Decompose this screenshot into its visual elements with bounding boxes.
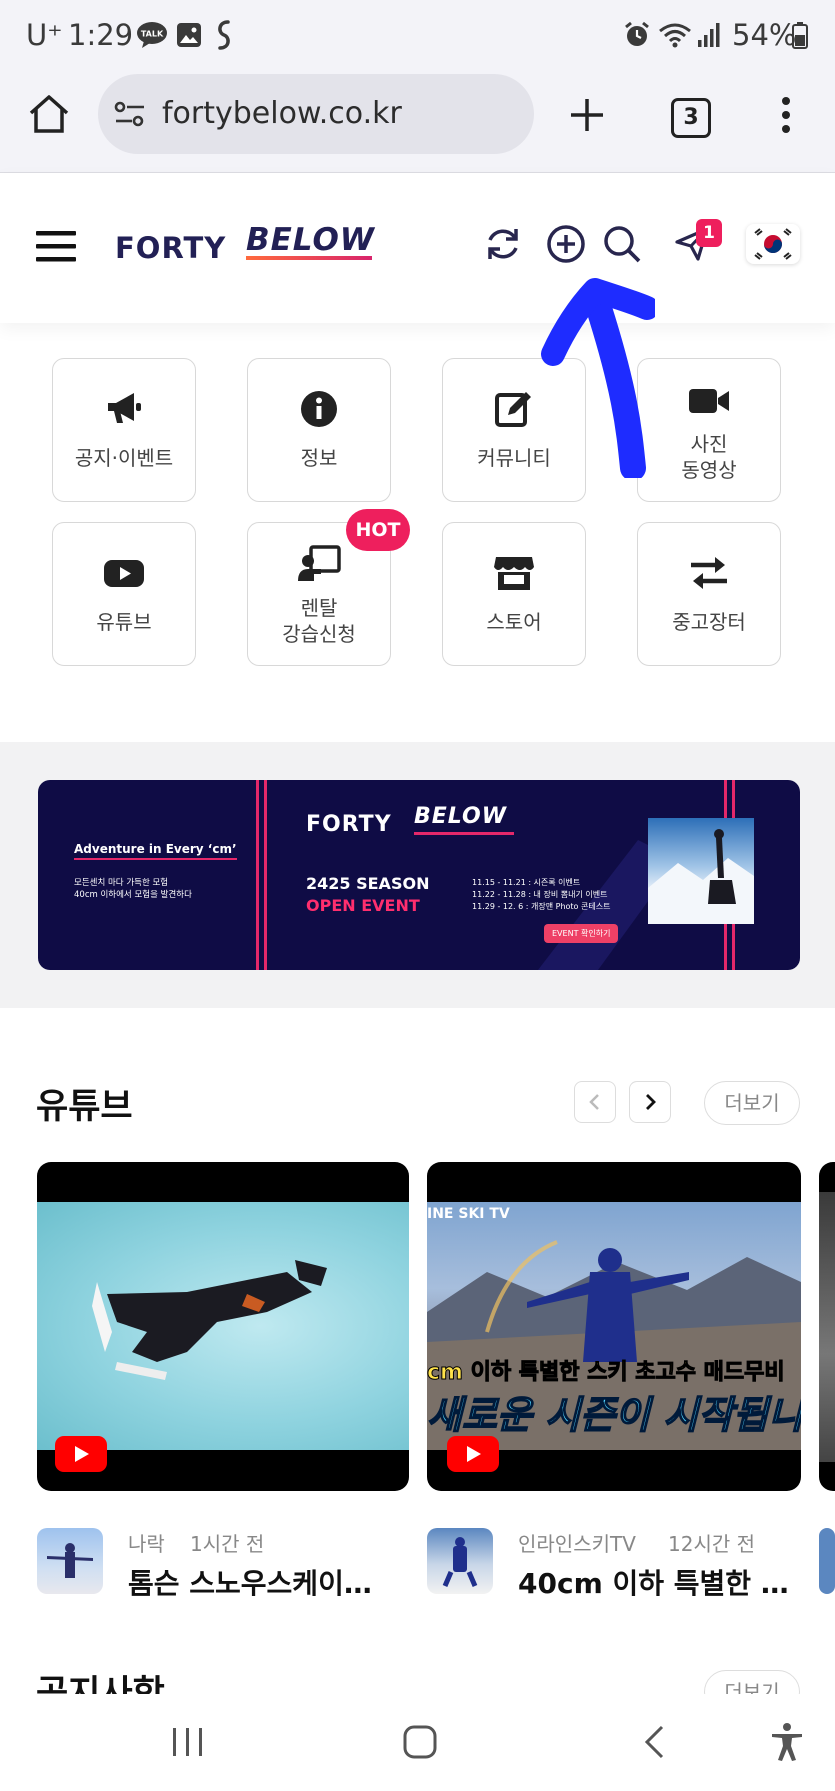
- banner-cta-button[interactable]: EVENT 확인하기: [544, 924, 619, 943]
- banner-skier-photo: [648, 818, 754, 924]
- accessibility-icon[interactable]: [770, 1722, 804, 1766]
- battery-percent: 54%: [732, 18, 797, 52]
- url-text[interactable]: fortybelow.co.kr: [162, 96, 402, 131]
- back-nav-icon[interactable]: [642, 1724, 666, 1764]
- video-overlay-line1: cm 이하 특별한 스키 초고수 매드무비: [427, 1360, 785, 1386]
- megaphone-icon: [108, 393, 141, 423]
- banner-schedule-2: 11.22 - 11.28 : 내 장비 뽐내기 이벤트: [472, 890, 608, 899]
- carrier-label: U⁺: [26, 18, 63, 52]
- banner-schedule-3: 11.29 - 12. 6 : 개장맨 Photo 콘테스트: [472, 902, 611, 911]
- hot-badge: HOT: [346, 509, 410, 551]
- banner-sub1: 모든센치 마다 가득한 모험: [74, 878, 169, 888]
- menu-label: 유튜브: [96, 610, 152, 634]
- menu-label: 스토어: [486, 610, 542, 634]
- clock: 1:29: [68, 18, 134, 52]
- menu-tile-used-market[interactable]: 중고장터: [637, 522, 781, 666]
- menu-label: 공지·이벤트: [74, 446, 174, 470]
- home-nav-icon[interactable]: [402, 1724, 438, 1764]
- more-vert-icon[interactable]: [780, 96, 792, 138]
- channel-avatar[interactable]: [37, 1528, 103, 1594]
- youtube-play-icon: [447, 1436, 499, 1476]
- battery-icon: [792, 18, 808, 52]
- video-thumbnail-1[interactable]: [37, 1162, 409, 1491]
- video-channel-name: 나락: [128, 1532, 165, 1556]
- alarm-icon: [623, 18, 651, 52]
- gallery-icon: [176, 18, 202, 52]
- store-icon: [494, 557, 534, 590]
- new-tab-icon[interactable]: [568, 96, 606, 138]
- refresh-icon[interactable]: [483, 224, 523, 268]
- menu-label: 사진 동영상: [681, 432, 737, 482]
- tab-switcher-button[interactable]: 3: [671, 98, 711, 138]
- video-thumbnail-3[interactable]: [819, 1162, 835, 1491]
- android-navigation-bar: [0, 1694, 835, 1791]
- svg-text:TALK: TALK: [141, 30, 164, 39]
- carousel-next-button[interactable]: [629, 1081, 671, 1123]
- notification-badge: 1: [696, 219, 722, 247]
- menu-tile-info[interactable]: 정보: [247, 358, 391, 502]
- video-thumbnail-2[interactable]: INE SKI TV cm 이하 특별한 스키 초고수 매드무비 새로운 시즌이…: [427, 1162, 801, 1491]
- video-time: 12시간 전: [668, 1532, 756, 1556]
- carousel-prev-button[interactable]: [574, 1081, 616, 1123]
- menu-label: 중고장터: [672, 610, 746, 634]
- banner-season: 2425 SEASON: [306, 874, 430, 893]
- video-title[interactable]: 40cm 이하 특별한 스...: [518, 1562, 800, 1602]
- banner-logo-below: BELOW: [414, 804, 507, 829]
- menu-label: 렌탈 강습신청: [282, 596, 356, 646]
- menu-tile-store[interactable]: 스토어: [442, 522, 586, 666]
- youtube-play-icon: [55, 1436, 107, 1476]
- video-camera-icon: [689, 389, 729, 413]
- logo-underline: [246, 256, 372, 260]
- channel-avatar[interactable]: [427, 1528, 493, 1594]
- add-post-icon[interactable]: [546, 224, 586, 268]
- event-banner[interactable]: Adventure in Every ‘cm’ 모든센치 마다 가득한 모험 4…: [38, 780, 800, 970]
- video-channel-name: 인라인스키TV: [518, 1532, 636, 1556]
- banner-logo-underline: [414, 832, 514, 835]
- hamburger-menu-icon[interactable]: [36, 229, 76, 267]
- banner-headline: Adventure in Every ‘cm’: [74, 842, 237, 860]
- banner-logo-forty: FORTY: [306, 812, 392, 837]
- video-thumbnail-image: [37, 1202, 409, 1450]
- edit-icon: [495, 392, 531, 427]
- video-overlay-line2: 새로운 시즌이 시작됩니다: [427, 1392, 801, 1438]
- status-bar: U⁺ 1:29 TALK 54%: [0, 0, 835, 72]
- site-settings-icon[interactable]: [114, 100, 146, 132]
- channel-avatar[interactable]: [819, 1528, 835, 1594]
- chevron-right-icon: [646, 1094, 656, 1110]
- annotation-arrow-icon: [535, 268, 659, 482]
- recent-apps-icon[interactable]: [170, 1726, 206, 1762]
- youtube-icon: [104, 560, 144, 587]
- video-time: 1시간 전: [190, 1532, 265, 1556]
- video-thumbnail-image: [819, 1192, 835, 1462]
- chevron-left-icon: [589, 1094, 599, 1110]
- banner-open-event: OPEN EVENT: [306, 896, 420, 915]
- korean-flag-icon[interactable]: [746, 224, 800, 264]
- banner-schedule-1: 11.15 - 11.21 : 시즌록 이벤트: [472, 878, 581, 887]
- logo-forty[interactable]: FORTY: [115, 231, 226, 265]
- menu-tile-youtube[interactable]: 유튜브: [52, 522, 196, 666]
- link-icon: [212, 18, 236, 52]
- signal-icon: [696, 18, 722, 52]
- wifi-icon: [658, 18, 692, 52]
- youtube-more-button[interactable]: 더보기: [704, 1081, 800, 1125]
- banner-sub2: 40cm 이하에서 모험을 발견하다: [74, 890, 192, 900]
- exchange-icon: [691, 557, 727, 589]
- kakaotalk-icon: TALK: [136, 18, 168, 52]
- info-icon: [301, 391, 337, 427]
- video-title[interactable]: 톰슨 스노우스케이트...: [128, 1562, 386, 1602]
- menu-tile-photo-video[interactable]: 사진 동영상: [637, 358, 781, 502]
- search-icon[interactable]: [602, 224, 642, 268]
- youtube-section-title: 유튜브: [36, 1087, 133, 1127]
- video-overlay-channel: INE SKI TV: [427, 1206, 510, 1222]
- menu-tile-notice-event[interactable]: 공지·이벤트: [52, 358, 196, 502]
- logo-below[interactable]: BELOW: [246, 222, 375, 258]
- instructor-icon: [298, 545, 341, 581]
- home-icon[interactable]: [28, 94, 70, 138]
- menu-label: 정보: [300, 446, 338, 470]
- address-bar[interactable]: fortybelow.co.kr: [98, 74, 534, 154]
